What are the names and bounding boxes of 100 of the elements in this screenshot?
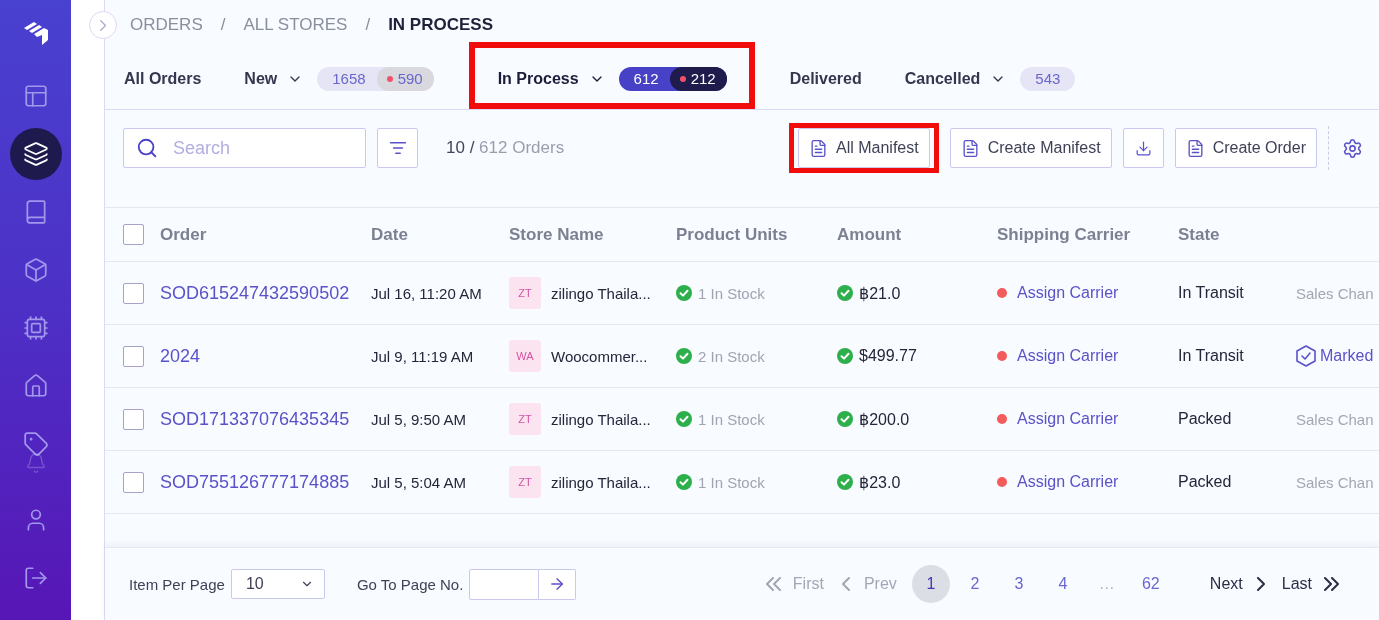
stock-text: 1 In Stock <box>698 473 765 491</box>
tab[interactable]: Cancelled 543 <box>896 42 1084 109</box>
checkbox[interactable] <box>123 282 144 304</box>
checkbox[interactable] <box>123 471 144 493</box>
alert-dot-icon <box>679 75 686 82</box>
bell-icon <box>24 452 47 474</box>
chevron-right-icon <box>99 19 107 31</box>
breadcrumb-separator: / <box>220 14 226 36</box>
checkbox[interactable] <box>123 224 144 245</box>
breadcrumb-link[interactable]: ALL STORES <box>243 14 348 36</box>
order-count: 612 <box>633 70 660 87</box>
column-header: Store Name <box>509 224 604 245</box>
double-chevron-left-icon <box>765 577 781 591</box>
page-button[interactable]: 4 <box>1043 565 1082 603</box>
assign-carrier-link[interactable]: Assign Carrier <box>1017 473 1119 491</box>
assign-carrier-link[interactable]: Assign Carrier <box>1017 284 1119 302</box>
amount-text: ฿200.0 <box>859 409 910 429</box>
page-ellipsis: … <box>1097 575 1116 593</box>
status-dot-icon <box>997 288 1007 298</box>
check-circle-icon <box>837 285 853 301</box>
checkbox[interactable] <box>123 345 144 367</box>
per-page-label: Item Per Page <box>129 575 225 593</box>
amount-text: $499.77 <box>859 347 917 365</box>
check-circle-icon <box>837 411 853 427</box>
column-header: Product Units <box>676 224 788 245</box>
checkbox[interactable] <box>123 408 144 430</box>
layers-icon <box>22 141 49 167</box>
store-name: zilingo Thaila... <box>551 284 651 302</box>
sales-channel-text: Sales Chan <box>1296 410 1374 428</box>
store-name: Woocommer... <box>551 347 648 365</box>
status-dot-icon <box>997 477 1007 487</box>
state-text: Packed <box>1178 410 1232 428</box>
order-count-text: 10 / 612 Orders <box>446 138 565 158</box>
breadcrumb-separator: / <box>365 14 371 36</box>
order-link[interactable]: SOD615247432590502 <box>160 282 350 304</box>
breadcrumb-current: IN PROCESS <box>388 14 493 36</box>
order-link[interactable]: SOD755126777174885 <box>160 471 350 493</box>
column-header: Date <box>371 224 408 245</box>
sales-channel-text: Sales Chan <box>1296 284 1374 302</box>
layout-icon <box>22 83 49 109</box>
page-button[interactable]: 3 <box>999 565 1038 603</box>
column-header: Shipping Carrier <box>997 224 1131 245</box>
stock-text: 1 In Stock <box>698 284 765 302</box>
filter-icon <box>388 139 407 157</box>
column-header: State <box>1178 224 1220 245</box>
toolbar-button[interactable]: Create Manifest <box>949 128 1112 168</box>
toolbar-button[interactable]: All Manifest <box>798 128 930 168</box>
filter-button[interactable] <box>377 128 418 168</box>
hexagon-check-icon <box>1296 345 1316 367</box>
assign-carrier-link[interactable]: Assign Carrier <box>1017 410 1119 428</box>
double-chevron-right-icon <box>1324 577 1339 591</box>
state-text: In Transit <box>1178 347 1244 365</box>
date-text: Jul 9, 11:19 AM <box>371 347 474 365</box>
items-per-page-select[interactable]: 10 <box>230 569 325 599</box>
search-field[interactable]: Search <box>123 128 366 168</box>
marked-link[interactable]: Marked <box>1320 347 1374 365</box>
column-header: Amount <box>837 224 902 245</box>
state-text: Packed <box>1178 473 1232 491</box>
tab[interactable]: New 1658 590 <box>236 42 442 109</box>
page-button[interactable]: 2 <box>955 565 994 603</box>
document-icon <box>809 138 828 158</box>
stock-text: 1 In Stock <box>698 410 765 428</box>
tag-icon <box>22 431 49 457</box>
check-circle-icon <box>837 348 853 364</box>
download-icon <box>1134 139 1152 157</box>
home-icon <box>22 373 49 399</box>
page-button[interactable]: 62 <box>1131 565 1170 603</box>
store-name: zilingo Thaila... <box>551 410 651 428</box>
order-link[interactable]: SOD171337076435345 <box>160 408 350 430</box>
order-link[interactable]: 2024 <box>160 345 201 367</box>
amount-text: ฿21.0 <box>859 283 901 303</box>
cube-icon <box>22 257 49 283</box>
order-count: 1658 <box>332 70 367 87</box>
state-text: In Transit <box>1178 284 1244 302</box>
assign-carrier-link[interactable]: Assign Carrier <box>1017 347 1119 365</box>
last-page-button[interactable]: Last <box>1281 575 1339 593</box>
download-button[interactable] <box>1122 128 1164 168</box>
tab[interactable]: Delivered <box>781 42 870 109</box>
alert-count-badge: 590 <box>376 66 434 91</box>
toolbar-button[interactable]: Create Order <box>1174 128 1317 168</box>
date-text: Jul 5, 9:50 AM <box>371 410 467 428</box>
next-page-button[interactable]: Next <box>1209 575 1265 593</box>
amount-text: ฿23.0 <box>859 472 901 492</box>
page-button[interactable]: 1 <box>911 565 950 603</box>
stock-text: 2 In Stock <box>698 347 765 365</box>
date-text: Jul 5, 5:04 AM <box>371 473 467 491</box>
go-button[interactable] <box>539 568 577 600</box>
alert-dot-icon <box>386 75 393 82</box>
check-circle-icon <box>837 474 853 490</box>
chevron-right-icon <box>1256 577 1265 591</box>
column-header: Order <box>160 224 207 245</box>
page-number-input[interactable] <box>469 568 540 600</box>
sidebar-item[interactable] <box>9 128 62 180</box>
tab[interactable]: In Process 612 212 <box>474 48 749 103</box>
document-icon <box>960 138 980 158</box>
chevron-left-icon <box>841 577 850 591</box>
status-dot-icon <box>997 351 1007 361</box>
breadcrumb-link[interactable]: ORDERS <box>130 14 203 36</box>
tab[interactable]: All Orders <box>116 42 210 109</box>
check-circle-icon <box>676 474 692 490</box>
